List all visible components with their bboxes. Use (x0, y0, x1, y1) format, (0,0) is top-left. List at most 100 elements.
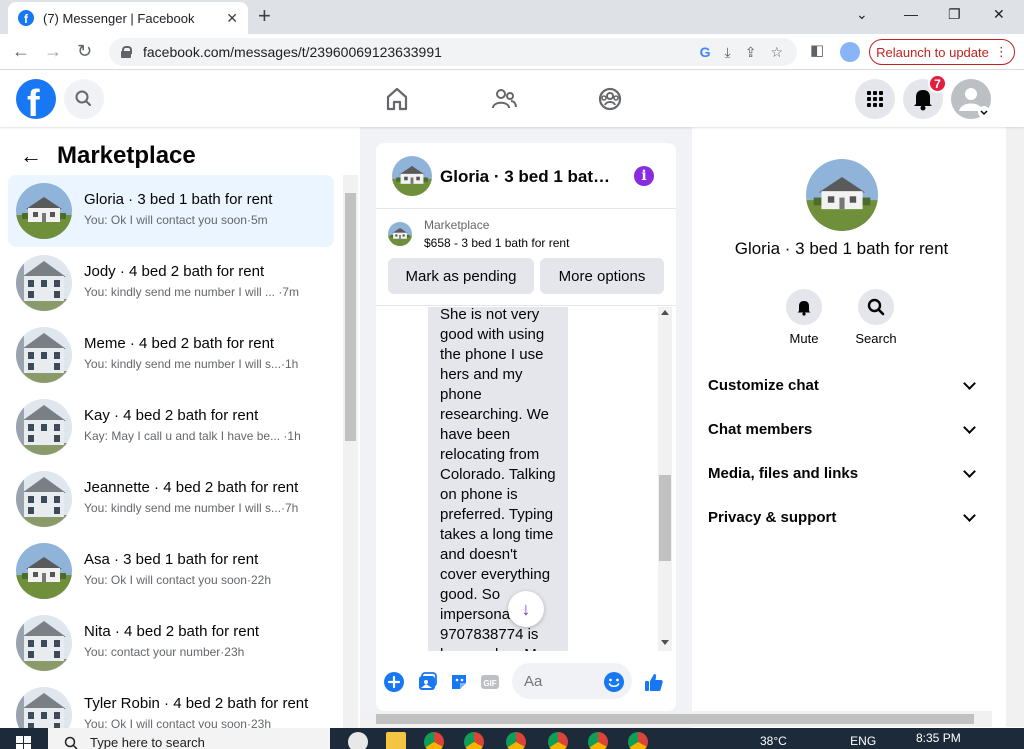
taskbar-search-box[interactable]: Type here to search (48, 728, 330, 749)
chrome-icon[interactable] (588, 732, 608, 749)
listing-avatar (16, 543, 72, 599)
taskbar-app-icon[interactable] (348, 732, 368, 749)
message-scrollbar[interactable] (658, 307, 672, 651)
sticker-icon[interactable] (448, 671, 470, 693)
chrome-icon[interactable] (464, 732, 484, 749)
scroll-down-arrow-icon[interactable] (661, 640, 669, 645)
customize-chat-section[interactable]: Customize chat (708, 363, 978, 407)
listing-avatar (16, 183, 72, 239)
menu-button[interactable] (855, 79, 895, 119)
scroll-up-arrow-icon[interactable] (661, 310, 669, 315)
chrome-icon[interactable] (628, 732, 648, 749)
more-options-button[interactable]: More options (540, 258, 664, 294)
relaunch-button[interactable]: Relaunch to update ⋮ (869, 39, 1015, 65)
marketplace-title: Marketplace (57, 142, 196, 169)
listing-avatar (16, 255, 72, 311)
chat-title[interactable]: Gloria · 3 bed 1 bath ... (440, 167, 620, 187)
chevron-down-icon (963, 376, 976, 390)
conversation-item[interactable]: Jody · 4 bed 2 bath for rent You: kindly… (8, 247, 334, 319)
photo-icon[interactable] (416, 671, 438, 693)
conversation-item[interactable]: Kay · 4 bed 2 bath for rent Kay: May I c… (8, 391, 334, 463)
new-tab-icon[interactable]: + (258, 5, 271, 27)
chrome-icon[interactable] (506, 732, 526, 749)
listing-card: Marketplace $658 - 3 bed 1 bath for rent… (376, 210, 676, 306)
section-label: Media, files and links (708, 464, 859, 482)
friends-icon[interactable] (490, 85, 518, 113)
share-icon[interactable]: ⇪ (745, 44, 757, 61)
restore-icon[interactable]: ❐ (948, 6, 961, 23)
back-icon[interactable]: ← (12, 41, 30, 61)
url-text[interactable]: facebook.com/messages/t/2396006912363399… (143, 44, 700, 60)
forward-icon[interactable]: → (44, 41, 62, 61)
page-horizontal-scrollbar[interactable] (360, 711, 992, 727)
scrollbar-thumb[interactable] (659, 475, 671, 561)
details-avatar[interactable] (806, 159, 878, 231)
side-panel-icon[interactable]: ◧ (810, 41, 824, 61)
back-arrow-icon[interactable]: ← (20, 145, 42, 167)
mark-as-pending-button[interactable]: Mark as pending (388, 258, 534, 294)
info-icon[interactable]: i (634, 166, 654, 186)
reload-icon[interactable]: ↻ (77, 41, 92, 61)
scrollbar-thumb[interactable] (345, 193, 356, 441)
plus-circle-icon[interactable] (383, 671, 405, 693)
chrome-icon[interactable] (424, 732, 444, 749)
avatar-icon (951, 79, 991, 119)
scroll-to-bottom-button[interactable]: ↓ (508, 591, 544, 627)
account-button[interactable] (951, 79, 991, 119)
conversation-name: Tyler Robin · 4 bed 2 bath for rent (84, 695, 309, 712)
conversation-snippet: You: kindly send me number I will s...·7… (84, 501, 299, 515)
facebook-search-button[interactable] (64, 79, 104, 119)
media-files-links-section[interactable]: Media, files and links (708, 451, 978, 495)
browser-tab[interactable]: f (7) Messenger | Facebook ✕ (8, 2, 248, 34)
relaunch-label: Relaunch to update (876, 44, 989, 60)
conversation-name: Nita · 4 bed 2 bath for rent (84, 623, 260, 640)
mute-button[interactable]: Mute (772, 289, 836, 346)
install-icon[interactable]: ⤓ (725, 44, 731, 61)
privacy-support-section[interactable]: Privacy & support (708, 495, 978, 539)
groups-icon[interactable] (596, 85, 624, 113)
conversation-list-scrollbar[interactable] (343, 175, 358, 728)
address-bar[interactable]: facebook.com/messages/t/2396006912363399… (109, 38, 797, 66)
conversation-item[interactable]: Jeannette · 4 bed 2 bath for rent You: k… (8, 463, 334, 535)
conversation-snippet: You: Ok I will contact you soon·5m (84, 213, 268, 227)
bookmark-star-icon[interactable]: ☆ (770, 44, 783, 61)
profile-icon[interactable] (840, 42, 860, 62)
google-icon[interactable]: G (700, 44, 711, 60)
scrollbar-thumb[interactable] (376, 714, 974, 724)
search-icon (64, 736, 78, 749)
conversation-item[interactable]: Gloria · 3 bed 1 bath for rent You: Ok I… (8, 175, 334, 247)
tab-search-icon[interactable]: ⌄ (856, 6, 868, 23)
chat-avatar[interactable] (392, 156, 432, 196)
listing-price[interactable]: $658 - 3 bed 1 bath for rent (424, 236, 569, 250)
search-in-chat-button[interactable]: Search (844, 289, 908, 346)
conversation-item[interactable]: Meme · 4 bed 2 bath for rent You: kindly… (8, 319, 334, 391)
chrome-icon[interactable] (548, 732, 568, 749)
gif-icon[interactable]: GIF (479, 671, 501, 693)
windows-start-icon[interactable] (16, 736, 32, 749)
close-tab-icon[interactable]: ✕ (226, 10, 238, 27)
conversation-name: Jeannette · 4 bed 2 bath for rent (84, 479, 299, 496)
page-vertical-scrollbar[interactable] (1006, 71, 1024, 727)
conversation-name: Gloria · 3 bed 1 bath for rent (84, 191, 273, 208)
mute-label: Mute (789, 331, 819, 346)
facebook-favicon-icon: f (18, 10, 34, 26)
facebook-logo-icon[interactable]: f (16, 79, 56, 119)
conversation-item[interactable]: Nita · 4 bed 2 bath for rent You: contac… (8, 607, 334, 679)
file-explorer-icon[interactable] (386, 732, 406, 749)
window-close-icon[interactable]: ✕ (993, 6, 1005, 23)
taskbar-clock[interactable]: 8:35 PM (916, 731, 961, 745)
minimize-icon[interactable]: — (904, 6, 918, 22)
emoji-icon[interactable] (603, 671, 625, 693)
language-indicator[interactable]: ENG (850, 734, 876, 748)
chat-members-section[interactable]: Chat members (708, 407, 978, 451)
home-icon[interactable] (383, 85, 411, 113)
weather-text[interactable]: 38°C (760, 734, 787, 748)
conversation-snippet: Kay: May I call u and talk I have be... … (84, 429, 301, 443)
listing-avatar (16, 615, 72, 671)
like-thumbs-up-icon[interactable] (643, 671, 665, 693)
conversation-item[interactable]: Tyler Robin · 4 bed 2 bath for rent You:… (8, 679, 334, 728)
conversation-item[interactable]: Asa · 3 bed 1 bath for rent You: Ok I wi… (8, 535, 334, 607)
listing-thumbnail[interactable] (388, 222, 412, 246)
message-bubble[interactable]: She is not very good with using the phon… (428, 307, 568, 651)
conversation-snippet: You: contact your number·23h (84, 645, 245, 659)
